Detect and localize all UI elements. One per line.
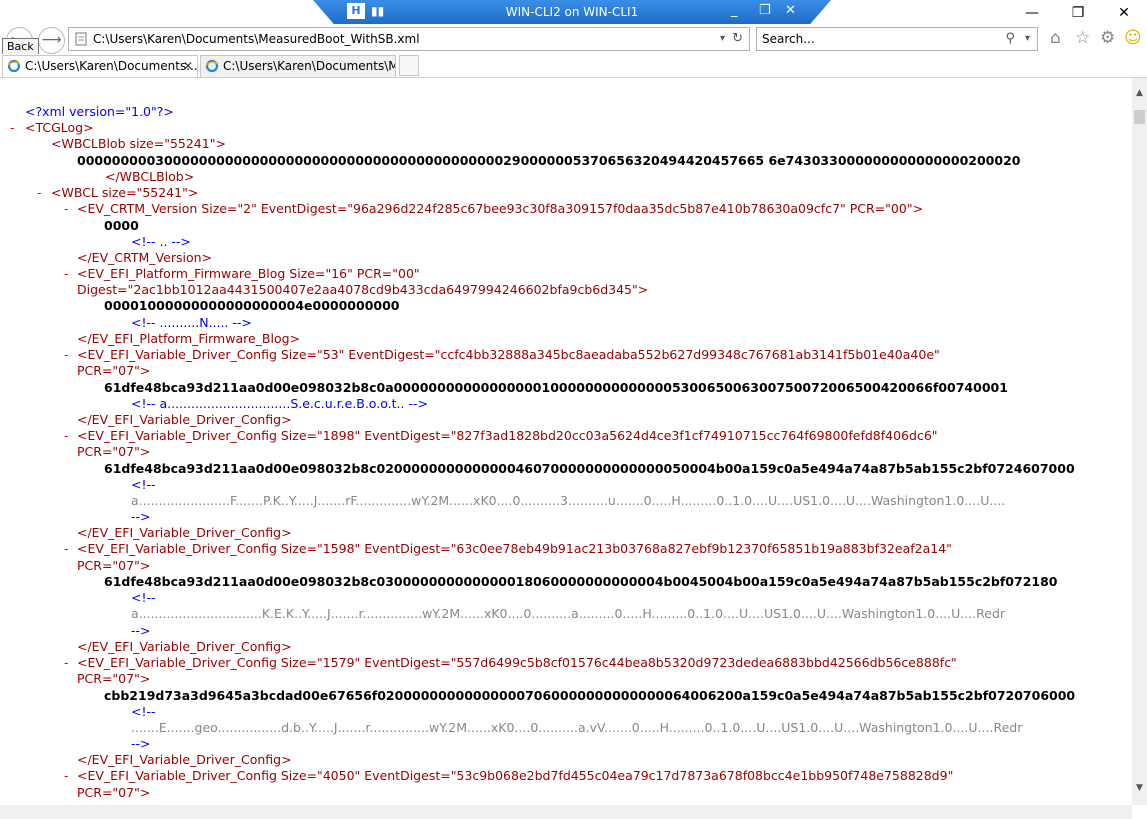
firmware-blog-value: 00001000000000000000004e0000000000 [104,298,400,313]
address-dropdown-icon[interactable]: ▾ [720,28,725,50]
tab-measuredboot-active[interactable]: C:\Users\Karen\Documents... ✕ [2,55,198,77]
variable-config-value: 61dfe48bca93d211aa0d00e098032b8c0a000000… [104,380,1008,395]
variable-config-close-tag: </EV_EFI_Variable_Driver_Config> [77,752,292,767]
tcglog-open-tag: <TCGLog> [25,120,94,135]
variable-config-comment-close: --> [131,509,151,524]
variable-config-comment-open: <!-- [131,704,156,719]
home-icon[interactable]: ⌂ [1050,28,1061,48]
wbclblob-value: 0000000003000000000000000000000000000000… [77,153,1021,168]
variable-config-close-tag: </EV_EFI_Variable_Driver_Config> [77,639,292,654]
collapse-toggle[interactable]: - [64,428,69,443]
variable-config-pcr: PCR="07"> [77,671,151,686]
variable-config-comment: .......E.......geo................d.b..Y… [131,720,1023,735]
variable-config-pcr: PCR="07"> [77,444,151,459]
remote-restore-icon[interactable]: ❐ [759,3,771,18]
window-controls: — ❐ ✕ [1009,0,1147,26]
remote-close-icon[interactable]: ✕ [785,3,796,18]
variable-config-value: cbb219d73a3d9645a3bcdad00e67656f02000000… [104,688,1076,703]
collapse-toggle[interactable]: - [10,120,15,135]
search-input[interactable]: Search... ⚲ ▾ [756,27,1038,51]
search-placeholder: Search... [762,32,815,46]
variable-config-pcr: PCR="07"> [77,363,151,378]
tab-label: C:\Users\Karen\Documents... [25,59,198,73]
remote-minimize-icon[interactable]: _ [731,3,738,18]
variable-config-pcr: PCR="07"> [77,558,151,573]
favorites-star-icon[interactable]: ☆ [1075,28,1090,48]
remote-connection-bar: H ▮▮ WIN-CLI2 on WIN-CLI1 _ ❐ ✕ [313,0,831,24]
new-tab-button[interactable] [399,55,419,76]
restore-button[interactable]: ❐ [1055,0,1101,26]
variable-config-comment: a...............................K.E.K..Y… [131,606,1006,621]
collapse-toggle[interactable]: - [64,768,69,783]
minimize-button[interactable]: — [1009,0,1055,26]
variable-config-comment-close: --> [131,736,151,751]
variable-config-value: 61dfe48bca93d211aa0d00e098032b8c03000000… [104,574,1058,589]
vertical-scrollbar[interactable]: ▲ ▼ [1132,78,1147,805]
variable-config-comment-open: <!-- [131,590,156,605]
xml-declaration: <?xml version="1.0"?> [25,104,174,119]
collapse-toggle[interactable]: - [64,541,69,556]
firmware-blog-close-tag: </EV_EFI_Platform_Firmware_Blog> [77,331,301,346]
address-url: C:\Users\Karen\Documents\MeasuredBoot_Wi… [93,32,420,46]
variable-config-pcr: PCR="07"> [77,785,151,800]
scroll-down-icon[interactable]: ▼ [1132,783,1147,793]
variable-config-open-tag: <EV_EFI_Variable_Driver_Config Size="157… [77,655,957,670]
firmware-blog-digest: Digest="2ac1bb1012aa4431500407e2aa4078cd… [77,282,649,297]
remote-title: WIN-CLI2 on WIN-CLI1 [505,5,639,19]
tab-label: C:\Users\Karen\Documents\M... [223,59,396,73]
variable-config-open-tag: <EV_EFI_Variable_Driver_Config Size="159… [77,541,952,556]
variable-config-comment: a.......................F.......P.K..Y..… [131,493,1006,508]
smiley-feedback-icon[interactable]: ☺ [1124,28,1142,48]
variable-config-open-tag: <EV_EFI_Variable_Driver_Config Size="189… [77,428,938,443]
crtm-close-tag: </EV_CRTM_Version> [77,250,212,265]
wbclblob-open-tag: <WBCLBlob size="55241"> [51,136,226,151]
collapse-toggle[interactable]: - [64,655,69,670]
variable-config-close-tag: </EV_EFI_Variable_Driver_Config> [77,412,292,427]
search-icon[interactable]: ⚲ [1005,28,1015,50]
variable-config-open-tag: <EV_EFI_Variable_Driver_Config Size="405… [77,768,954,783]
crtm-comment: <!-- .. --> [131,234,191,249]
address-bar[interactable]: C:\Users\Karen\Documents\MeasuredBoot_Wi… [68,27,750,51]
collapse-toggle[interactable]: - [37,185,42,200]
variable-config-comment: <!-- a...............................S.e… [131,396,428,411]
back-tooltip: Back [2,38,39,55]
scroll-thumb[interactable] [1134,110,1145,124]
tab-bar: C:\Users\Karen\Documents... ✕ C:\Users\K… [0,54,1147,78]
collapse-toggle[interactable]: - [64,266,69,281]
variable-config-open-tag: <EV_EFI_Variable_Driver_Config Size="53"… [77,347,940,362]
variable-config-comment-open: <!-- [131,477,156,492]
xml-document-view: <?xml version="1.0"?> - <TCGLog> <WBCLBl… [0,78,1132,805]
ie-icon [7,59,21,73]
collapse-toggle[interactable]: - [64,347,69,362]
tab-close-icon[interactable]: ✕ [183,56,193,77]
forward-button[interactable]: ⟶ [38,27,65,54]
ie-icon [205,59,219,73]
refresh-icon[interactable]: ↻ [732,28,743,50]
variable-config-comment-close: --> [131,623,151,638]
crtm-open-tag: <EV_CRTM_Version Size="2" EventDigest="9… [77,201,924,216]
address-row: ⟵ ⟶ C:\Users\Karen\Documents\MeasuredBoo… [0,26,1147,54]
file-icon [75,32,87,46]
variable-config-close-tag: </EV_EFI_Variable_Driver_Config> [77,525,292,540]
variable-config-value: 61dfe48bca93d211aa0d00e098032b8c02000000… [104,461,1075,476]
firmware-blog-comment: <!-- ..........N..... --> [131,315,252,330]
scroll-up-icon[interactable]: ▲ [1132,88,1147,98]
collapse-toggle[interactable]: - [64,201,69,216]
close-button[interactable]: ✕ [1101,0,1147,26]
wbclblob-close-tag: </WBCLBlob> [105,169,195,184]
search-dropdown-icon[interactable]: ▾ [1025,28,1030,50]
firmware-blog-open-tag: <EV_EFI_Platform_Firmware_Blog Size="16"… [77,266,420,281]
tab-measuredboot-2[interactable]: C:\Users\Karen\Documents\M... [200,55,396,77]
gear-icon[interactable]: ⚙ [1100,28,1115,48]
wbcl-open-tag: <WBCL size="55241"> [51,185,199,200]
horizontal-scrollbar[interactable] [0,805,1132,819]
crtm-value: 0000 [104,218,139,233]
